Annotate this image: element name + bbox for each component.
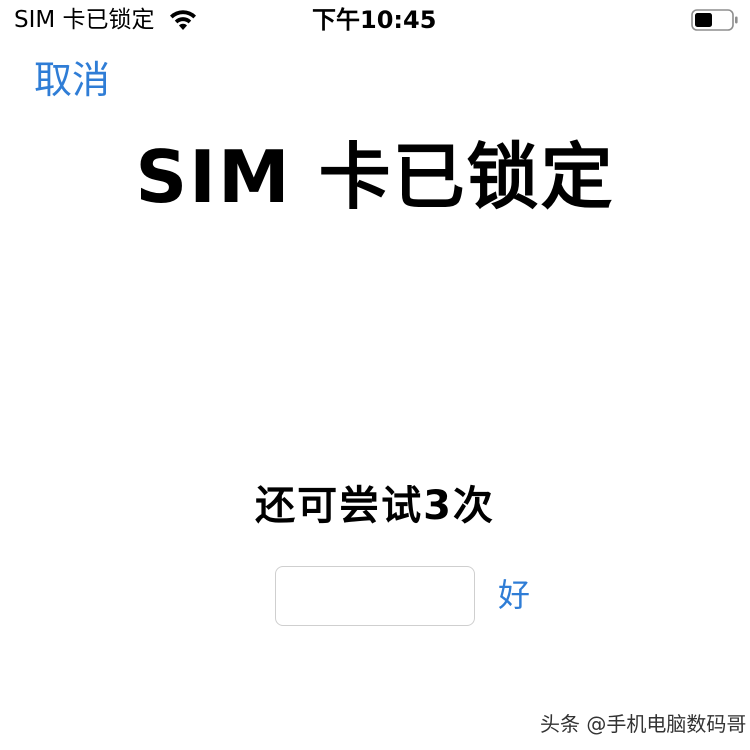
carrier-label: SIM 卡已锁定 [14, 7, 155, 33]
ok-button[interactable]: 好 [498, 573, 530, 617]
wifi-icon [168, 8, 198, 32]
page-title: SIM 卡已锁定 [135, 135, 615, 219]
watermark-text: 头条 @手机电脑数码哥 [540, 712, 747, 736]
pin-input[interactable] [275, 566, 475, 626]
attempts-remaining-text: 还可尝试3次 [255, 483, 495, 529]
status-time: 下午10:45 [312, 6, 437, 34]
battery-icon [691, 9, 739, 31]
cancel-button[interactable]: 取消 [34, 56, 110, 104]
status-bar: SIM 卡已锁定 下午10:45 [0, 0, 750, 40]
